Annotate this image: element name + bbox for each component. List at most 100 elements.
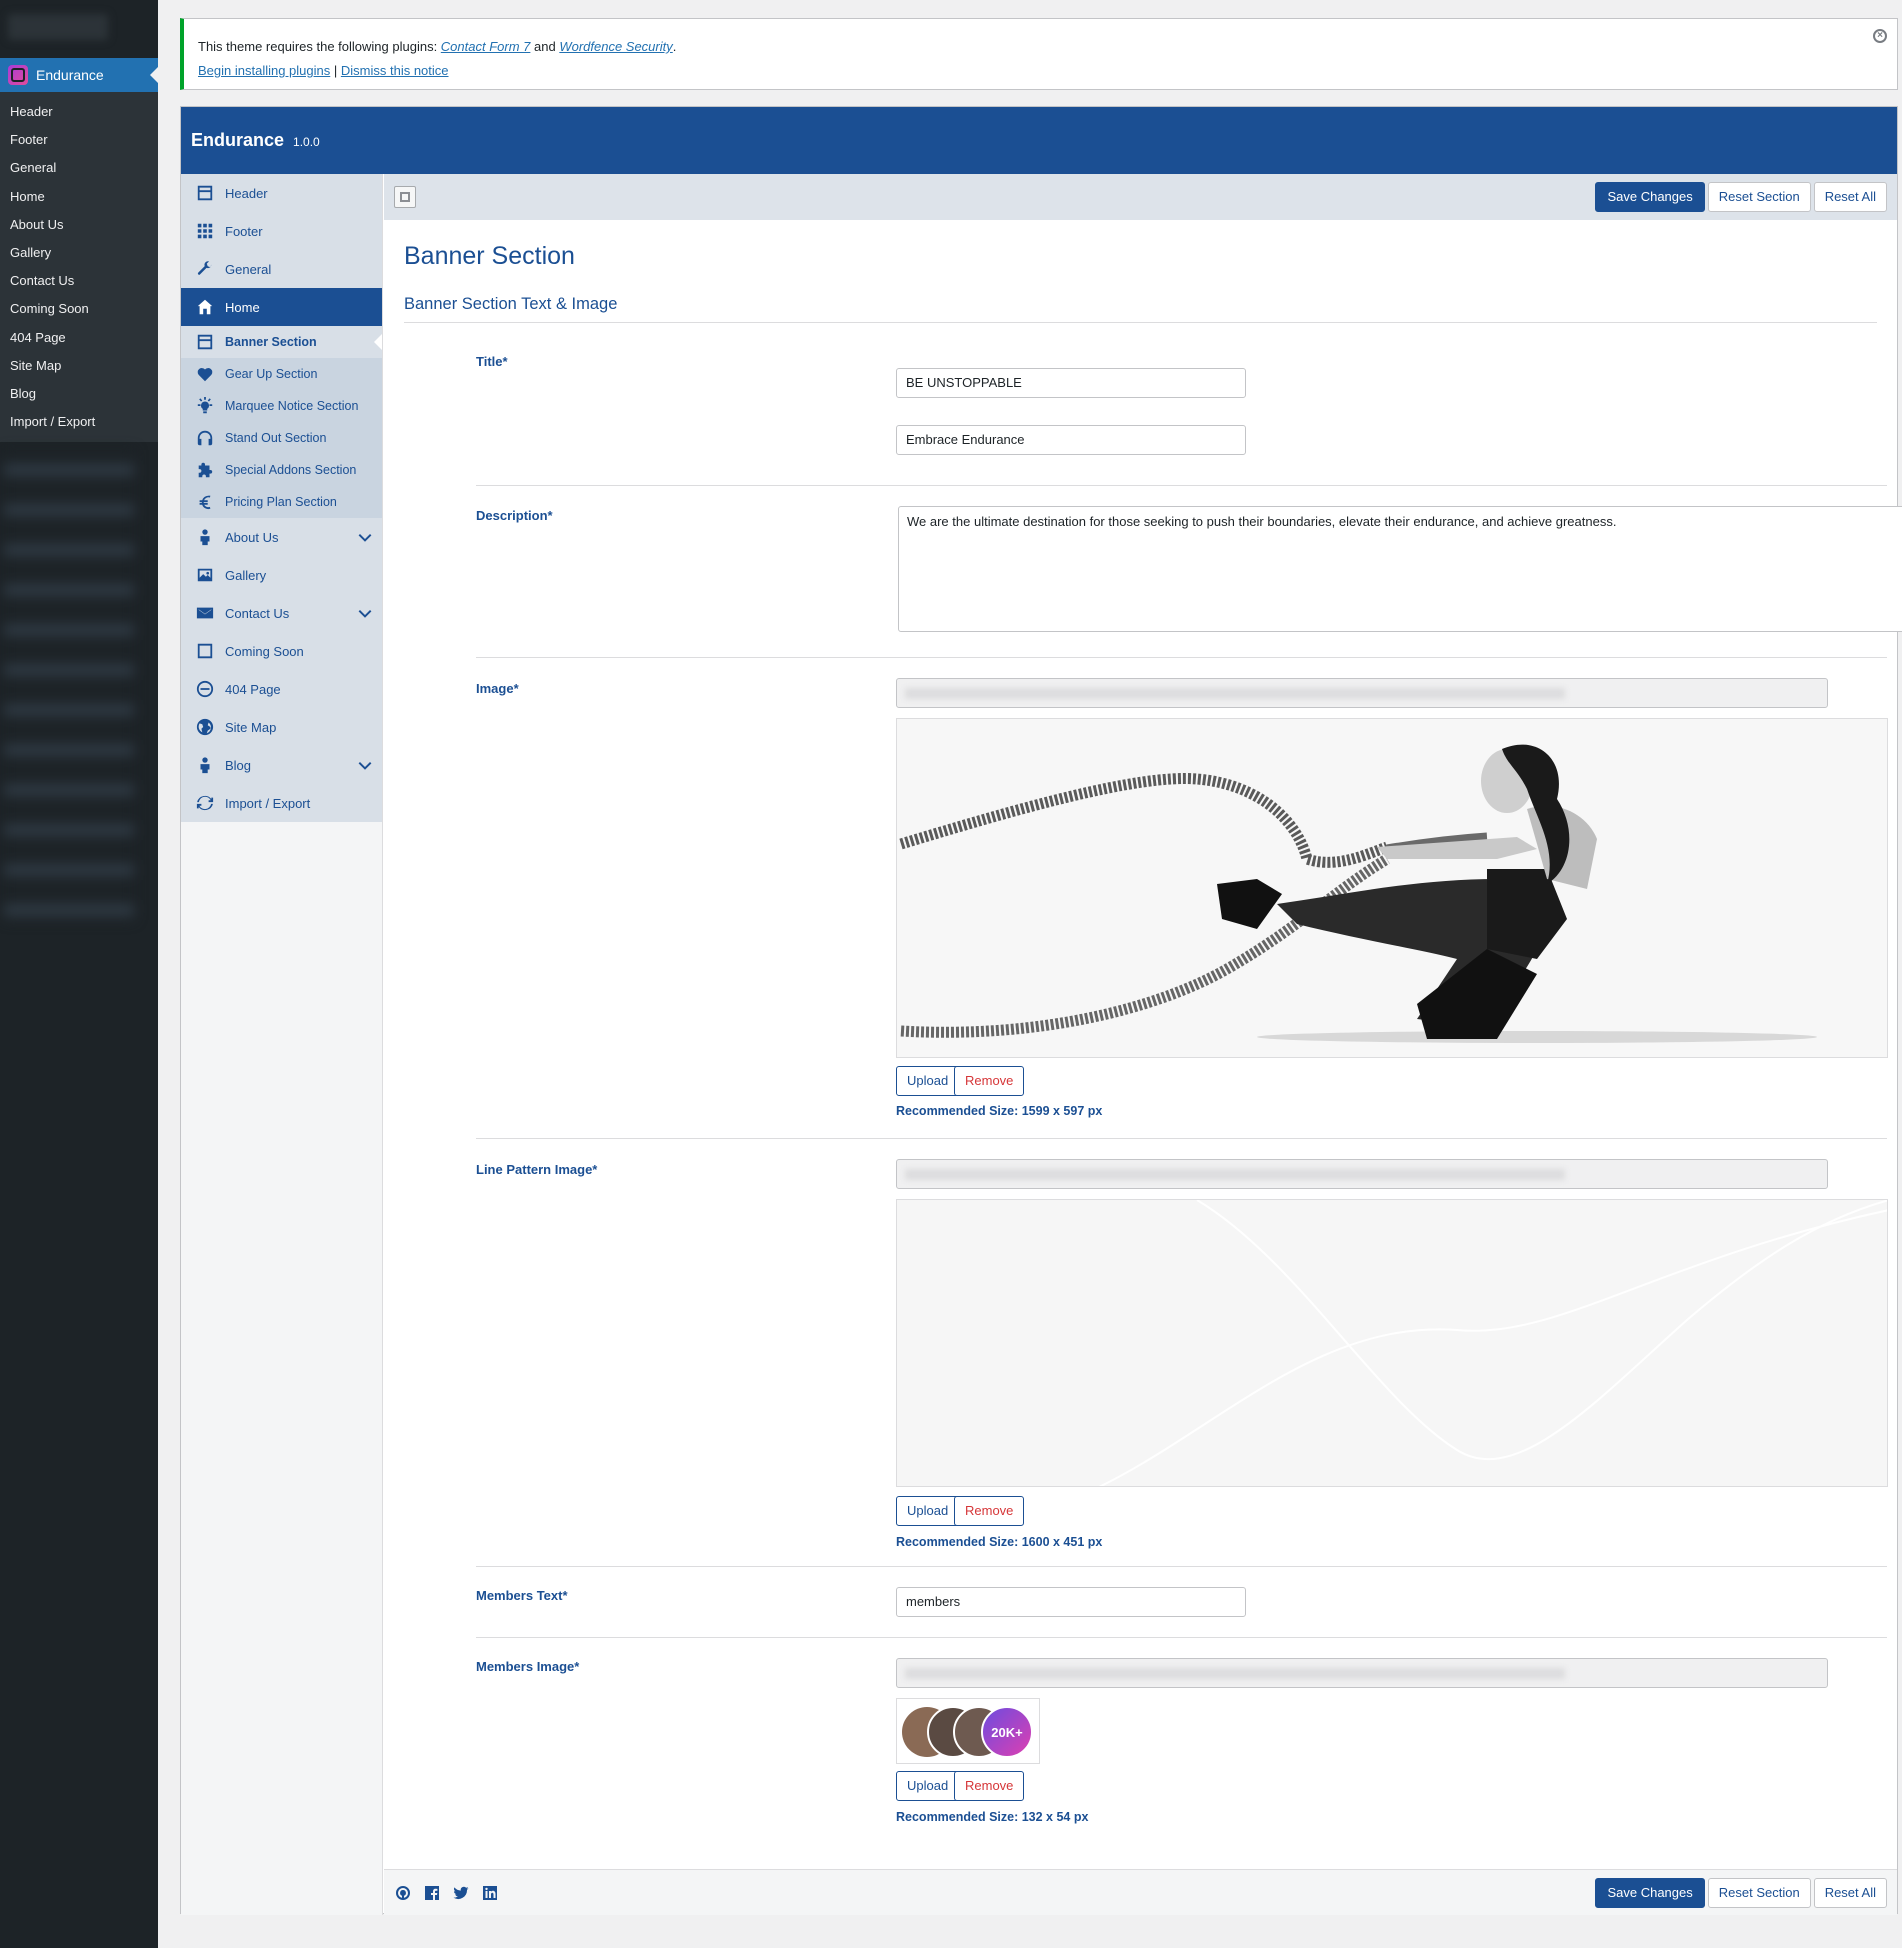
sidebar-item-label: About Us [225,529,279,545]
banner-image-preview [896,718,1888,1058]
reset-all-button[interactable]: Reset All [1813,182,1887,212]
sidebar-item-about-us[interactable]: About Us [181,518,382,556]
members-image-remove-button[interactable]: Remove [954,1771,1025,1801]
twitter-icon[interactable] [452,1884,469,1901]
dismiss-notice-link[interactable]: Dismiss this notice [341,63,449,78]
description-textarea[interactable]: We are the ultimate destination for thos… [898,506,1902,632]
wp-menu-endurance[interactable]: Endurance [0,58,158,92]
linkedin-icon[interactable] [481,1884,498,1901]
plugin-link-wordfence[interactable]: Wordfence Security [559,39,672,54]
sidebar-item-label: Footer [225,223,263,239]
notice-actions: Begin installing plugins | Dismiss this … [198,59,1883,83]
subitem-marquee-notice-section[interactable]: Marquee Notice Section [181,390,382,422]
reset-section-button[interactable]: Reset Section [1707,182,1811,212]
subitem-label: Gear Up Section [225,367,318,381]
wp-submenu-item[interactable]: Contact Us [0,267,158,295]
members-image-recommended-size: Recommended Size: 132 x 54 px [896,1810,1089,1824]
panel-header: Endurance 1.0.0 [181,107,1897,174]
sidebar-item-coming-soon[interactable]: Coming Soon [181,632,382,670]
euro-icon [195,492,215,512]
section-title: Banner Section [404,242,575,270]
sidebar-item-label: General [225,261,272,277]
sidebar-item-home[interactable]: Home [181,288,382,326]
grid-icon [195,221,215,241]
image-icon [195,565,215,585]
notice-prefix: This theme requires the following plugin… [198,39,441,54]
minus-circle-icon [195,679,215,699]
wp-submenu-item[interactable]: Header [0,98,158,126]
begin-installing-link[interactable]: Begin installing plugins [198,63,330,78]
wp-submenu-item[interactable]: Footer [0,126,158,154]
chevron-down-icon[interactable] [358,530,372,544]
save-changes-button[interactable]: Save Changes [1595,182,1705,212]
close-icon[interactable]: × [1873,29,1887,43]
field-description: Description* We are the ultimate destina… [476,486,1902,658]
line-pattern-url-field[interactable] [896,1159,1828,1189]
line-pattern-recommended-size: Recommended Size: 1600 x 451 px [896,1535,1103,1549]
line-pattern-graphic [897,1200,1887,1486]
sidebar-item-404-page[interactable]: 404 Page [181,670,382,708]
chevron-down-icon[interactable] [358,758,372,772]
subitem-stand-out-section[interactable]: Stand Out Section [181,422,382,454]
subitem-special-addons-section[interactable]: Special Addons Section [181,454,382,486]
line-pattern-remove-button[interactable]: Remove [954,1496,1025,1526]
title-input-2[interactable]: Embrace Endurance [896,425,1246,455]
reset-section-button-bottom[interactable]: Reset Section [1707,1877,1811,1908]
sidebar-item-import-export[interactable]: Import / Export [181,784,382,822]
plugin-link-cf7[interactable]: Contact Form 7 [441,39,531,54]
image-upload-button[interactable]: Upload [896,1066,960,1096]
field-label: Members Text* [476,1588,568,1603]
sidebar-item-contact-us[interactable]: Contact Us [181,594,382,632]
field-label: Description* [476,508,553,523]
image-remove-button[interactable]: Remove [954,1066,1025,1096]
sidebar-item-label: Home [225,299,260,315]
subitem-banner-section[interactable]: Banner Section [181,326,382,358]
sidebar-item-label: 404 Page [225,681,281,697]
website-icon[interactable] [394,1884,411,1901]
sidebar-item-site-map[interactable]: Site Map [181,708,382,746]
wp-submenu-item[interactable]: Home [0,183,158,211]
wp-submenu-item[interactable]: Coming Soon [0,295,158,323]
toolbar-buttons: Save Changes Reset Section Reset All [1595,182,1887,212]
refresh-icon [195,793,215,813]
field-label: Title* [476,354,508,369]
sidebar-item-footer[interactable]: Footer [181,212,382,250]
wp-submenu-item[interactable]: Site Map [0,352,158,380]
members-text-input[interactable]: members [896,1587,1246,1617]
wp-submenu-item[interactable]: Blog [0,380,158,408]
wp-submenu-item[interactable]: Gallery [0,239,158,267]
wp-submenu-item[interactable]: General [0,154,158,182]
line-pattern-upload-button[interactable]: Upload [896,1496,960,1526]
expand-options-icon[interactable] [394,186,416,208]
field-title: Title* BE UNSTOPPABLE Embrace Endurance [476,334,1887,486]
field-line-pattern: Line Pattern Image* Upload Remove Recomm… [476,1139,1888,1567]
members-image-preview: 20K+ [896,1698,1040,1764]
panel-title: Endurance [191,130,285,150]
subitem-gear-up-section[interactable]: Gear Up Section [181,358,382,390]
reset-all-button-bottom[interactable]: Reset All [1813,1877,1887,1908]
footer-buttons: Save Changes Reset Section Reset All [1595,1877,1887,1908]
wp-submenu-item[interactable]: 404 Page [0,324,158,352]
members-image-upload-button[interactable]: Upload [896,1771,960,1801]
sidebar-item-label: Site Map [225,719,277,735]
title-input-1[interactable]: BE UNSTOPPABLE [896,368,1246,398]
sidebar-item-blog[interactable]: Blog [181,746,382,784]
wp-submenu-item[interactable]: About Us [0,211,158,239]
sidebar-item-general[interactable]: General [181,250,382,288]
sidebar-group: Header Footer General Home [181,174,382,326]
line-pattern-preview [896,1199,1888,1487]
members-image-url-field[interactable] [896,1658,1828,1688]
save-changes-button-bottom[interactable]: Save Changes [1595,1877,1705,1908]
sidebar-item-header[interactable]: Header [181,174,382,212]
chevron-down-icon[interactable] [358,606,372,620]
home-submenu: Banner Section Gear Up Section Marquee N… [181,326,382,518]
wp-submenu-item[interactable]: Import / Export [0,408,158,436]
facebook-icon[interactable] [423,1884,440,1901]
subitem-pricing-plan-section[interactable]: Pricing Plan Section [181,486,382,518]
sidebar-item-gallery[interactable]: Gallery [181,556,382,594]
lightbulb-icon [195,396,215,416]
subitem-label: Pricing Plan Section [225,495,337,509]
square-icon [195,641,215,661]
sidebar-group: About Us Gallery Contact Us Coming Soon … [181,518,382,822]
image-url-field[interactable] [896,678,1828,708]
